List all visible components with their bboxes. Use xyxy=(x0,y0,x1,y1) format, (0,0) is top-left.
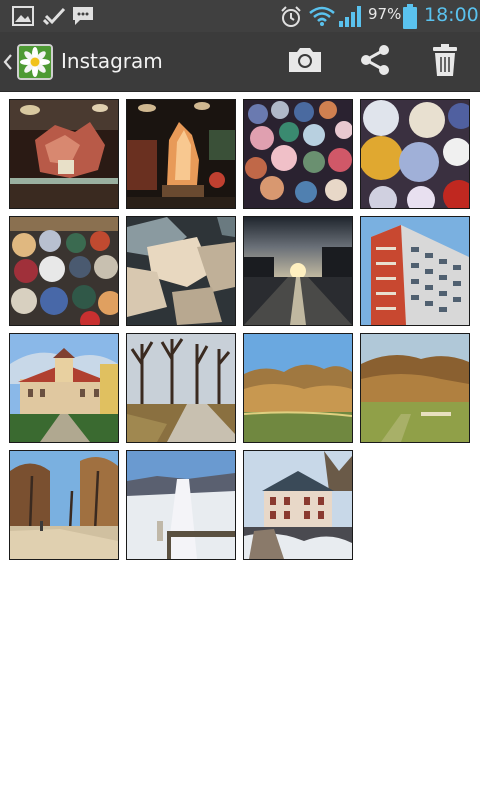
back-chevron-icon[interactable] xyxy=(2,53,14,71)
battery-percent: 97% xyxy=(368,5,402,23)
status-bar: 97% 18:00 xyxy=(0,0,480,32)
photo-thumbnail[interactable] xyxy=(9,333,119,443)
check-notification-icon xyxy=(42,6,67,30)
alarm-icon xyxy=(280,6,302,32)
photo-thumbnail[interactable] xyxy=(243,333,353,443)
app-icon[interactable] xyxy=(17,44,53,80)
action-bar: Instagram xyxy=(0,32,480,92)
camera-button[interactable] xyxy=(284,42,326,82)
delete-button[interactable] xyxy=(424,42,466,82)
photo-thumbnail[interactable] xyxy=(126,216,236,326)
album-title: Instagram xyxy=(61,49,163,73)
wifi-icon xyxy=(308,5,336,31)
photo-thumbnail[interactable] xyxy=(360,216,470,326)
photo-thumbnail[interactable] xyxy=(126,99,236,209)
status-time: 18:00 xyxy=(424,4,479,26)
trash-icon xyxy=(432,43,458,81)
photo-thumbnail[interactable] xyxy=(243,99,353,209)
share-icon xyxy=(358,43,392,81)
signal-icon xyxy=(338,4,364,32)
camera-icon xyxy=(287,46,323,78)
photo-thumbnail[interactable] xyxy=(9,99,119,209)
battery-icon xyxy=(403,4,417,33)
share-button[interactable] xyxy=(354,42,396,82)
photo-thumbnail[interactable] xyxy=(360,333,470,443)
photo-thumbnail[interactable] xyxy=(9,216,119,326)
photo-thumbnail[interactable] xyxy=(243,450,353,560)
photo-thumbnail[interactable] xyxy=(126,450,236,560)
photo-thumbnail[interactable] xyxy=(126,333,236,443)
photo-thumbnail[interactable] xyxy=(9,450,119,560)
gallery-notification-icon xyxy=(12,6,34,30)
photo-thumbnail[interactable] xyxy=(243,216,353,326)
chat-notification-icon xyxy=(72,6,94,30)
photo-thumbnail[interactable] xyxy=(360,99,470,209)
photo-grid xyxy=(0,92,480,800)
